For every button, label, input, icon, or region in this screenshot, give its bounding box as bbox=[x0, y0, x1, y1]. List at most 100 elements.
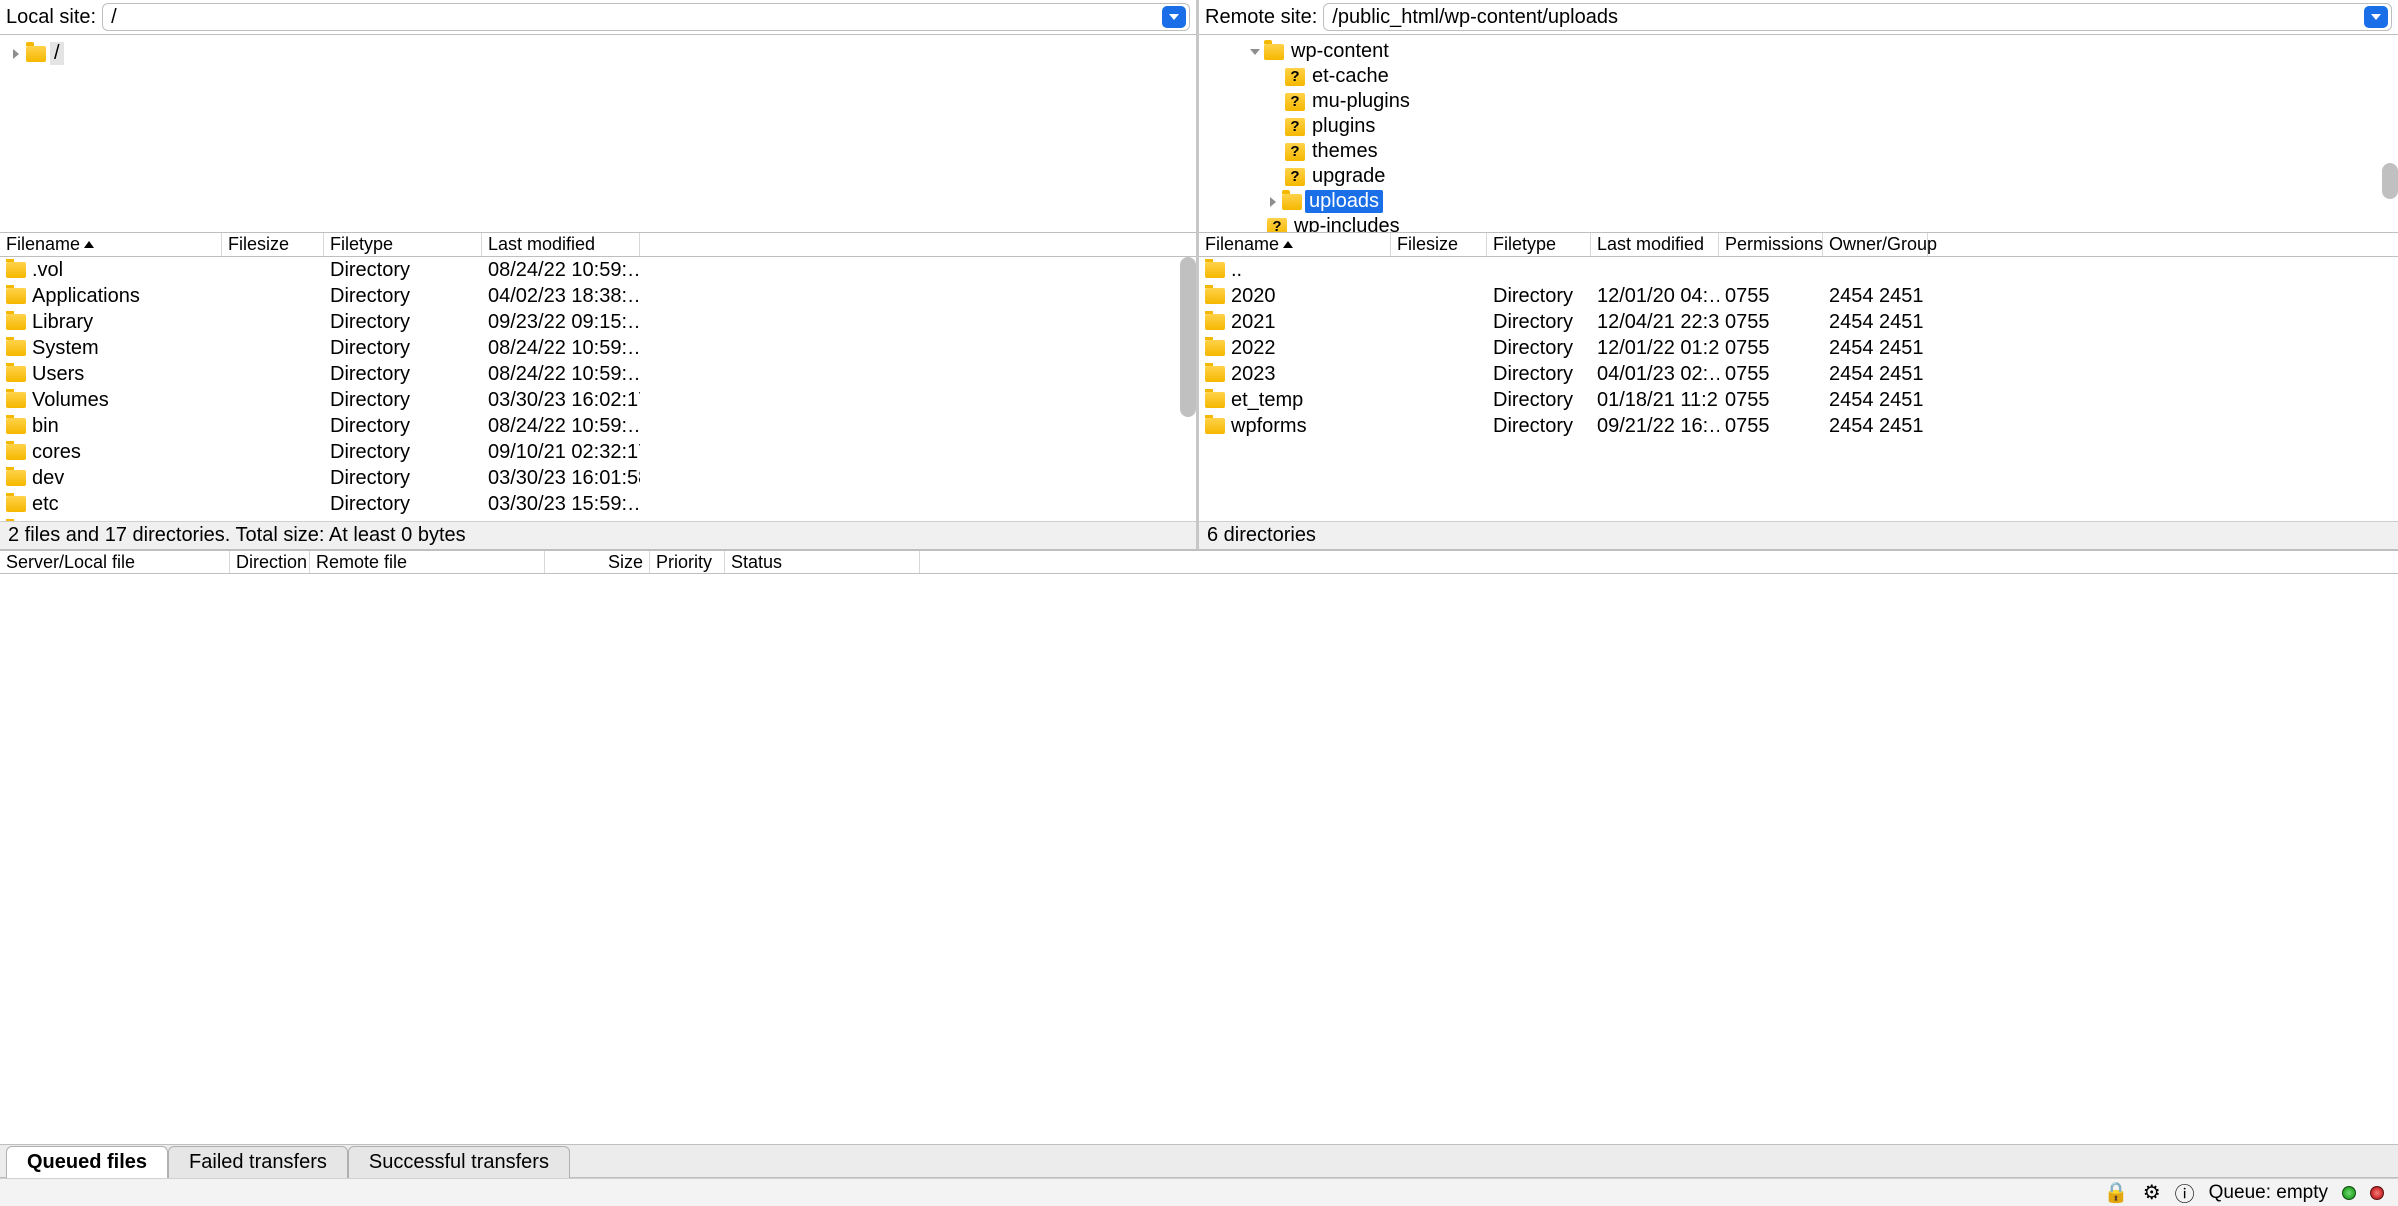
cell-type: Directory bbox=[324, 415, 482, 438]
info-icon[interactable]: ⓘ bbox=[2175, 1178, 2195, 1206]
remote-path-input[interactable] bbox=[1324, 6, 2364, 29]
folder-icon bbox=[6, 340, 26, 356]
local-status: 2 files and 17 directories. Total size: … bbox=[0, 521, 1196, 549]
list-row[interactable]: UsersDirectory08/24/22 10:59:… bbox=[0, 361, 1196, 387]
list-row[interactable]: SystemDirectory08/24/22 10:59:… bbox=[0, 335, 1196, 361]
tab-queued-files[interactable]: Queued files bbox=[6, 1146, 168, 1178]
cell-type: Directory bbox=[1487, 363, 1591, 386]
tab-successful-transfers[interactable]: Successful transfers bbox=[348, 1146, 570, 1178]
status-led-red bbox=[2370, 1186, 2384, 1200]
remote-path-dropdown[interactable] bbox=[2364, 6, 2388, 28]
tree-item-uploads[interactable]: uploads bbox=[1267, 189, 2388, 214]
column-filename[interactable]: Filename bbox=[1199, 233, 1391, 256]
cell-type: Directory bbox=[1487, 389, 1591, 412]
sort-asc-icon bbox=[84, 241, 94, 248]
remote-status: 6 directories bbox=[1199, 521, 2398, 549]
cell-name: .. bbox=[1231, 259, 1242, 282]
remote-site-label: Remote site: bbox=[1205, 6, 1317, 29]
lock-icon[interactable]: 🔒 bbox=[2104, 1180, 2129, 1205]
local-tree[interactable]: / bbox=[0, 35, 1196, 233]
cell-modified: 03/30/23 15:59:… bbox=[482, 493, 640, 516]
tree-item[interactable]: et-cache bbox=[1285, 64, 2388, 89]
chevron-right-icon[interactable] bbox=[10, 49, 22, 59]
folder-unknown-icon bbox=[1267, 218, 1287, 234]
tree-item-label: wp-includes bbox=[1290, 215, 1404, 233]
cell-modified: 08/24/22 10:59:… bbox=[482, 259, 640, 282]
cell-name: bin bbox=[32, 415, 59, 438]
tree-item[interactable]: wp-includes bbox=[1267, 214, 2388, 233]
tab-failed-transfers[interactable]: Failed transfers bbox=[168, 1146, 348, 1178]
list-row[interactable]: 2021Directory12/04/21 22:3..07552454 245… bbox=[1199, 309, 2398, 335]
list-row[interactable]: VolumesDirectory03/30/23 16:02:17 bbox=[0, 387, 1196, 413]
scrollbar[interactable] bbox=[2382, 163, 2398, 199]
column-direction[interactable]: Direction bbox=[230, 551, 310, 573]
cell-modified: 09/10/21 02:32:17 bbox=[482, 441, 640, 464]
list-row[interactable]: et_tempDirectory01/18/21 11:2…07552454 2… bbox=[1199, 387, 2398, 413]
tree-item[interactable]: / bbox=[10, 41, 1186, 66]
column-filetype[interactable]: Filetype bbox=[324, 233, 482, 256]
list-row[interactable]: devDirectory03/30/23 16:01:58 bbox=[0, 465, 1196, 491]
remote-tree[interactable]: wp-content et-cache mu-plugins plugins t… bbox=[1199, 35, 2398, 233]
cell-type: Directory bbox=[324, 337, 482, 360]
column-filesize[interactable]: Filesize bbox=[222, 233, 324, 256]
tree-item[interactable]: mu-plugins bbox=[1285, 89, 2388, 114]
list-row[interactable]: etcDirectory03/30/23 15:59:… bbox=[0, 491, 1196, 517]
local-path-combo[interactable] bbox=[102, 3, 1190, 31]
folder-icon bbox=[1205, 340, 1225, 356]
cell-name: 2023 bbox=[1231, 363, 1276, 386]
column-status[interactable]: Status bbox=[725, 551, 920, 573]
cell-owner: 2454 2451 bbox=[1823, 311, 1928, 334]
column-remote-file[interactable]: Remote file bbox=[310, 551, 545, 573]
folder-icon bbox=[6, 262, 26, 278]
remote-file-list[interactable]: ..2020Directory12/01/20 04:…07552454 245… bbox=[1199, 257, 2398, 521]
list-row[interactable]: 2022Directory12/01/22 01:2…07552454 2451 bbox=[1199, 335, 2398, 361]
tree-item[interactable]: themes bbox=[1285, 139, 2388, 164]
list-row[interactable]: binDirectory08/24/22 10:59:… bbox=[0, 413, 1196, 439]
list-row[interactable]: .volDirectory08/24/22 10:59:… bbox=[0, 257, 1196, 283]
tree-item[interactable]: upgrade bbox=[1285, 164, 2388, 189]
folder-unknown-icon bbox=[1285, 118, 1305, 136]
folder-icon bbox=[6, 496, 26, 512]
folder-icon bbox=[1205, 418, 1225, 434]
cell-name: Applications bbox=[32, 285, 140, 308]
remote-path-combo[interactable] bbox=[1323, 3, 2392, 31]
folder-icon bbox=[6, 444, 26, 460]
column-server[interactable]: Server/Local file bbox=[0, 551, 230, 573]
chevron-down-icon bbox=[2371, 14, 2381, 20]
local-path-dropdown[interactable] bbox=[1162, 6, 1186, 28]
column-filename[interactable]: Filename bbox=[0, 233, 222, 256]
list-row[interactable]: 2020Directory12/01/20 04:…07552454 2451 bbox=[1199, 283, 2398, 309]
list-row[interactable]: .. bbox=[1199, 257, 2398, 283]
local-file-list[interactable]: .volDirectory08/24/22 10:59:…Application… bbox=[0, 257, 1196, 521]
list-row[interactable]: homeDirectory03/30/23 16:02:19 bbox=[0, 517, 1196, 521]
chevron-down-icon[interactable] bbox=[1249, 49, 1261, 55]
list-row[interactable]: ApplicationsDirectory04/02/23 18:38:… bbox=[0, 283, 1196, 309]
list-row[interactable]: LibraryDirectory09/23/22 09:15:… bbox=[0, 309, 1196, 335]
list-row[interactable]: coresDirectory09/10/21 02:32:17 bbox=[0, 439, 1196, 465]
column-filesize[interactable]: Filesize bbox=[1391, 233, 1487, 256]
chevron-right-icon[interactable] bbox=[1267, 197, 1279, 207]
list-row[interactable]: wpformsDirectory09/21/22 16:…07552454 24… bbox=[1199, 413, 2398, 439]
status-led-green bbox=[2342, 1186, 2356, 1200]
column-owner[interactable]: Owner/Group bbox=[1823, 233, 1928, 256]
queue-body[interactable] bbox=[0, 574, 2398, 1144]
chevron-down-icon bbox=[1169, 14, 1179, 20]
column-permissions[interactable]: Permissions bbox=[1719, 233, 1823, 256]
local-path-input[interactable] bbox=[103, 6, 1162, 29]
scrollbar[interactable] bbox=[1180, 257, 1196, 417]
column-modified[interactable]: Last modified bbox=[482, 233, 640, 256]
list-row[interactable]: 2023Directory04/01/23 02:…07552454 2451 bbox=[1199, 361, 2398, 387]
column-filetype[interactable]: Filetype bbox=[1487, 233, 1591, 256]
column-size[interactable]: Size bbox=[545, 551, 650, 573]
folder-unknown-icon bbox=[1285, 68, 1305, 86]
tree-item[interactable]: wp-content bbox=[1249, 39, 2388, 64]
cell-owner: 2454 2451 bbox=[1823, 337, 1928, 360]
cell-type: Directory bbox=[324, 467, 482, 490]
gear-icon[interactable]: ⚙︎ bbox=[2143, 1180, 2161, 1205]
cell-type: Directory bbox=[1487, 311, 1591, 334]
tree-item[interactable]: plugins bbox=[1285, 114, 2388, 139]
folder-unknown-icon bbox=[1285, 93, 1305, 111]
cell-modified: 12/01/20 04:… bbox=[1591, 285, 1719, 308]
column-priority[interactable]: Priority bbox=[650, 551, 725, 573]
column-modified[interactable]: Last modified bbox=[1591, 233, 1719, 256]
